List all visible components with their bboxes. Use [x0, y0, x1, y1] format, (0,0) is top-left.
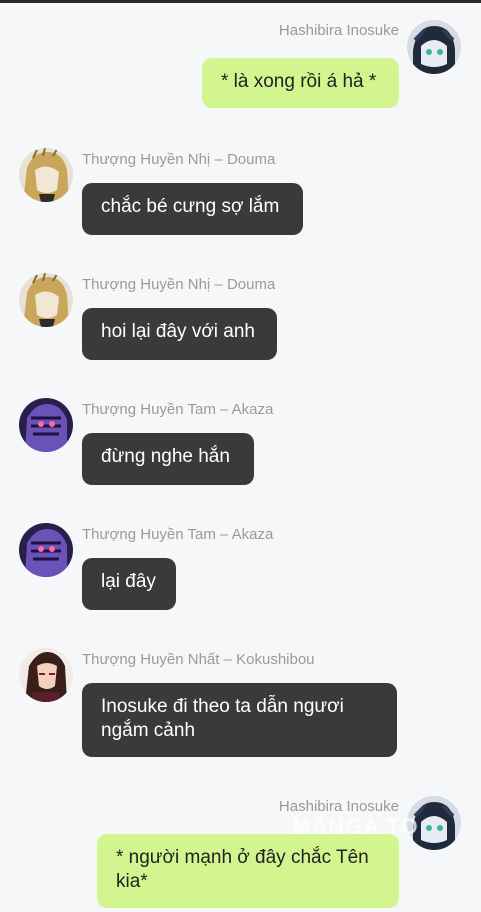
sender-name: Thượng Huyền Nhị – Douma — [82, 151, 276, 168]
sender-name: Thượng Huyền Nhất – Kokushibou — [82, 651, 315, 668]
top-bar — [0, 0, 481, 3]
message-bubble[interactable]: đừng nghe hắn — [82, 433, 254, 485]
watermark: MANGA TO — [292, 814, 419, 839]
sender-name: Thượng Huyền Tam – Akaza — [82, 526, 274, 543]
sender-name: Hashibira Inosuke — [278, 798, 399, 815]
sender-name: Thượng Huyền Tam – Akaza — [82, 401, 274, 418]
message-bubble[interactable]: lại đây — [82, 558, 176, 610]
message-bubble[interactable]: Inosuke đi theo ta dẫn ngươi ngắm cảnh — [82, 683, 397, 757]
douma-avatar[interactable] — [19, 148, 73, 202]
akaza-avatar[interactable] — [19, 523, 73, 577]
message-bubble[interactable]: * người mạnh ở đây chắc Tên kia* — [97, 834, 399, 908]
message-bubble[interactable]: * là xong rồi á hả * — [202, 58, 399, 108]
douma-avatar[interactable] — [19, 273, 73, 327]
sender-name: Thượng Huyền Nhị – Douma — [82, 276, 276, 293]
sender-name: Hashibira Inosuke — [278, 22, 399, 39]
akaza-avatar[interactable] — [19, 398, 73, 452]
inosuke-avatar[interactable] — [407, 20, 461, 74]
kokushibou-avatar[interactable] — [19, 648, 73, 702]
message-bubble[interactable]: hoi lại đây với anh — [82, 308, 277, 360]
message-bubble[interactable]: chắc bé cưng sợ lắm — [82, 183, 303, 235]
